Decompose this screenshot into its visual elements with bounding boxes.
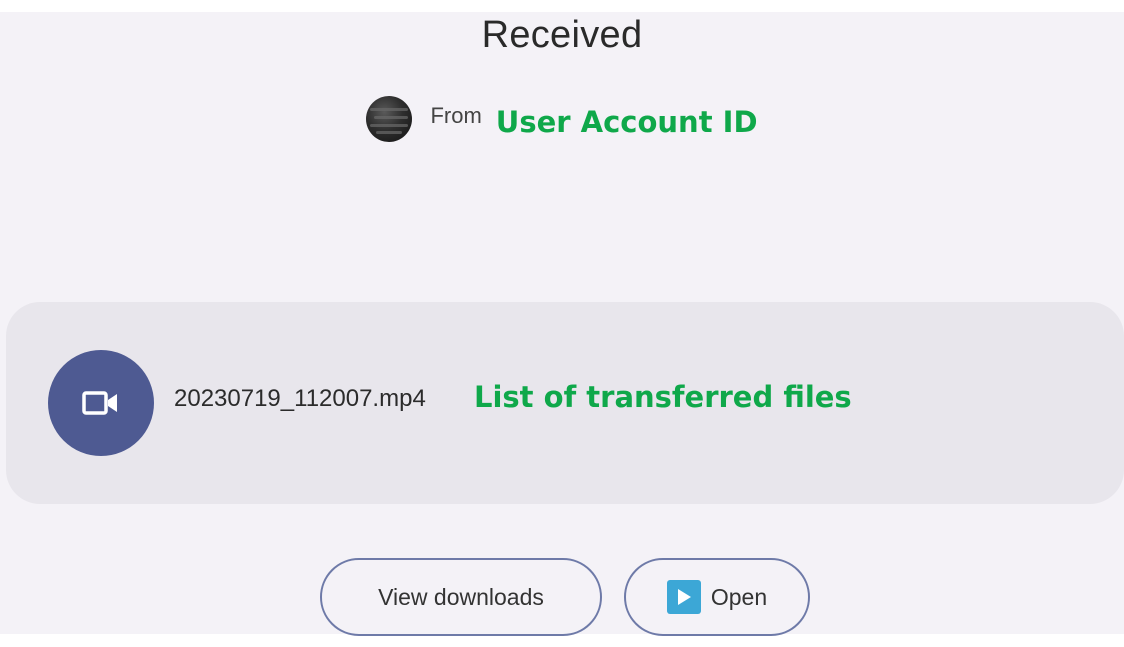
open-label: Open bbox=[710, 583, 768, 610]
received-screen: Received From User Account ID 20230719_1… bbox=[0, 12, 1124, 636]
page-title: Received bbox=[481, 14, 643, 56]
sender-row: From User Account ID bbox=[0, 94, 1124, 144]
video-camera-icon bbox=[82, 391, 117, 415]
file-name[interactable]: 20230719_112007.mp4 bbox=[174, 385, 426, 413]
view-downloads-label: View downloads bbox=[378, 583, 544, 610]
file-list-card: 20230719_112007.mp4 List of transferred … bbox=[6, 302, 1124, 504]
from-label: From bbox=[430, 103, 482, 128]
sender-annotation: User Account ID bbox=[495, 105, 758, 139]
play-icon bbox=[666, 580, 701, 614]
video-file-icon bbox=[48, 350, 154, 456]
avatar bbox=[366, 96, 413, 142]
view-downloads-button[interactable]: View downloads bbox=[320, 558, 602, 636]
file-list-annotation: List of transferred files bbox=[474, 380, 852, 414]
open-button[interactable]: Open bbox=[624, 558, 810, 636]
